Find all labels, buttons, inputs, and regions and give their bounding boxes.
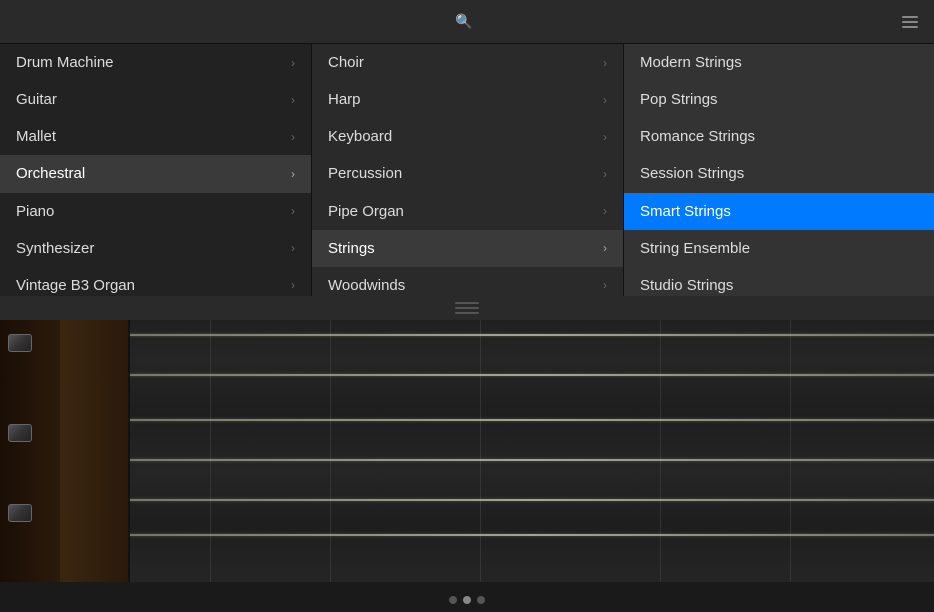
scroll-dot-2 [463, 596, 471, 604]
chevron-icon: › [603, 93, 607, 107]
fret-line [330, 304, 331, 582]
item-label: Strings [328, 240, 375, 257]
item-label: Woodwinds [328, 277, 405, 294]
sidebar-item-guitar[interactable]: Guitar › [0, 81, 311, 118]
subcategory-item-keyboard[interactable]: Keyboard › [312, 118, 623, 155]
string-4 [130, 459, 934, 461]
item-label: Pipe Organ [328, 203, 404, 220]
sidebar-item-drum-machine[interactable]: Drum Machine › [0, 44, 311, 81]
instrument-item-romance-strings[interactable]: Romance Strings [624, 118, 934, 155]
divider-row [0, 296, 934, 320]
fret-line [480, 304, 481, 582]
subcategory-item-choir[interactable]: Choir › [312, 44, 623, 81]
scroll-dot-1 [449, 596, 457, 604]
item-label: String Ensemble [640, 240, 750, 257]
instrument-item-smart-strings[interactable]: Smart Strings [624, 193, 934, 230]
item-label: Piano [16, 203, 54, 220]
sidebar-item-orchestral[interactable]: Orchestral › [0, 155, 311, 192]
sidebar-item-synthesizer[interactable]: Synthesizer › [0, 230, 311, 267]
chevron-icon: › [603, 278, 607, 292]
sidebar-item-mallet[interactable]: Mallet › [0, 118, 311, 155]
item-label: Keyboard [328, 128, 392, 145]
item-label: Orchestral [16, 165, 85, 182]
subcategory-item-harp[interactable]: Harp › [312, 81, 623, 118]
sidebar-item-piano[interactable]: Piano › [0, 193, 311, 230]
category-column: Drum Machine›Guitar›Mallet›Orchestral›Pi… [0, 44, 312, 304]
subcategory-item-pipe-organ[interactable]: Pipe Organ › [312, 193, 623, 230]
string-5 [130, 499, 934, 501]
string-1 [130, 334, 934, 336]
fret-line [790, 304, 791, 582]
fret-line [660, 304, 661, 582]
guitar-neck [0, 304, 130, 582]
chevron-icon: › [291, 93, 295, 107]
tuning-peg-3 [8, 504, 32, 522]
item-label: Percussion [328, 165, 402, 182]
item-label: Studio Strings [640, 277, 733, 294]
chevron-icon: › [291, 56, 295, 70]
string-2 [130, 374, 934, 376]
string-3 [130, 419, 934, 421]
chevron-icon: › [291, 130, 295, 144]
search-bar[interactable]: 🔍 [0, 0, 934, 44]
chevron-icon: › [291, 278, 295, 292]
item-label: Romance Strings [640, 128, 755, 145]
chevron-icon: › [291, 167, 295, 181]
item-label: Pop Strings [640, 91, 718, 108]
menu-icon[interactable] [902, 16, 918, 28]
item-label: Synthesizer [16, 240, 94, 257]
chevron-icon: › [603, 204, 607, 218]
scroll-dot-3 [477, 596, 485, 604]
instrument-item-string-ensemble[interactable]: String Ensemble [624, 230, 934, 267]
menu-area: Drum Machine›Guitar›Mallet›Orchestral›Pi… [0, 44, 934, 304]
instrument-column: Modern Strings Pop Strings Romance Strings… [624, 44, 934, 304]
string-board [130, 304, 934, 582]
item-label: Harp [328, 91, 361, 108]
chevron-icon: › [603, 241, 607, 255]
chevron-icon: › [603, 130, 607, 144]
search-icon: 🔍 [455, 13, 472, 30]
item-label: Drum Machine [16, 54, 114, 71]
tuning-peg-1 [8, 334, 32, 352]
instrument-item-pop-strings[interactable]: Pop Strings [624, 81, 934, 118]
instrument-item-modern-strings[interactable]: Modern Strings [624, 44, 934, 81]
fret-line [210, 304, 211, 582]
scroll-dots [0, 596, 934, 604]
item-label: Smart Strings [640, 203, 731, 220]
chevron-icon: › [603, 167, 607, 181]
string-6 [130, 534, 934, 536]
instrument-area [0, 304, 934, 582]
instrument-item-session-strings[interactable]: Session Strings [624, 155, 934, 192]
item-label: Session Strings [640, 165, 744, 182]
tuning-peg-2 [8, 424, 32, 442]
item-label: Choir [328, 54, 364, 71]
chevron-icon: › [291, 241, 295, 255]
item-label: Vintage B3 Organ [16, 277, 135, 294]
chevron-icon: › [291, 204, 295, 218]
subcategory-item-percussion[interactable]: Percussion › [312, 155, 623, 192]
subcategory-item-strings[interactable]: Strings › [312, 230, 623, 267]
item-label: Modern Strings [640, 54, 742, 71]
item-label: Guitar [16, 91, 57, 108]
subcategory-column: Choir›Harp›Keyboard›Percussion›Pipe Orga… [312, 44, 624, 304]
item-label: Mallet [16, 128, 56, 145]
chevron-icon: › [603, 56, 607, 70]
